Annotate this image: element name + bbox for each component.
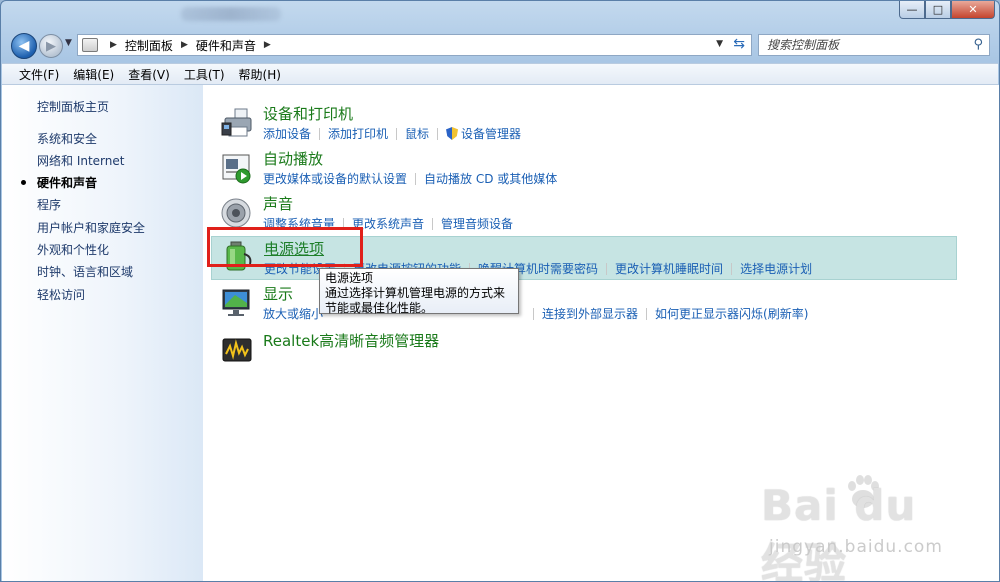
blurred-window-title [181,7,281,21]
menu-tools[interactable]: 工具(T) [177,66,232,83]
menu-file[interactable]: 文件(F) [12,66,66,83]
window-controls: — □ ✕ [899,1,995,19]
category-devices-printers: 设备和打印机 添加设备 添加打印机 鼠标 设备管理器 [203,103,999,147]
sidebar-item-network[interactable]: 网络和 Internet [37,152,124,169]
maximize-button[interactable]: □ [925,1,951,19]
link-add-device[interactable]: 添加设备 [263,125,311,142]
category-realtek-audio: Realtek高清晰音频管理器 [203,330,999,374]
link-divider [606,262,608,275]
tooltip-power-options: 电源选项 通过选择计算机管理电源的方式来节能或最佳化性能。 [319,268,519,315]
breadcrumb-control-panel[interactable]: 控制面板 [125,37,173,54]
link-mouse[interactable]: 鼠标 [405,125,429,142]
baidu-watermark: Bai du 经验 jingyan.baidu.com [761,471,961,581]
current-item-bullet [21,180,26,185]
forward-button[interactable]: ▶ [39,34,63,58]
category-title-autoplay[interactable]: 自动播放 [263,148,323,169]
address-dropdown-icon[interactable]: ▼ [716,39,723,49]
link-manage-audio-devices[interactable]: 管理音频设备 [441,215,513,232]
autoplay-icon [222,154,251,184]
breadcrumb-separator-icon[interactable]: ▶ [110,40,117,50]
forward-arrow-icon: ▶ [46,38,56,54]
link-add-printer[interactable]: 添加打印机 [328,125,388,142]
sidebar-item-appearance[interactable]: 外观和个性化 [37,241,109,258]
control-panel-icon [82,38,98,52]
link-divider [415,172,417,185]
sidebar-item-ease-of-access[interactable]: 轻松访问 [37,286,85,303]
close-button[interactable]: ✕ [951,1,995,19]
link-divider [731,262,733,275]
back-button[interactable]: ◀ [11,33,37,59]
sidebar-item-system-security[interactable]: 系统和安全 [37,130,97,147]
tooltip-body: 通过选择计算机管理电源的方式来节能或最佳化性能。 [325,286,506,315]
control-panel-window: — □ ✕ ◀ ▶ ▼ ▶ 控制面板 ▶ 硬件和声音 ▶ ▼ ⇆ ⚲ 文件(F)… [0,0,1000,582]
category-title-display[interactable]: 显示 [263,283,293,304]
display-icon [222,289,250,316]
category-autoplay: 自动播放 更改媒体或设备的默认设置 自动播放 CD 或其他媒体 [203,148,999,192]
category-links: 更改媒体或设备的默认设置 自动播放 CD 或其他媒体 [263,170,557,187]
search-input[interactable] [767,38,957,52]
link-zoom[interactable]: 放大或缩小 [263,305,323,322]
breadcrumb-hardware-sound[interactable]: 硬件和声音 [196,37,256,54]
link-change-sleep-time[interactable]: 更改计算机睡眠时间 [615,260,723,277]
tooltip-title: 电源选项 [325,271,374,285]
search-box[interactable]: ⚲ [758,34,990,56]
link-choose-power-plan[interactable]: 选择电源计划 [740,260,812,277]
watermark-url: jingyan.baidu.com [769,537,943,557]
minimize-button[interactable]: — [899,1,925,19]
address-bar[interactable]: ▶ 控制面板 ▶ 硬件和声音 ▶ ▼ ⇆ [77,34,752,56]
breadcrumb-separator-icon[interactable]: ▶ [181,40,188,50]
link-divider [319,127,321,140]
recent-pages-dropdown[interactable]: ▼ [65,38,75,52]
category-title-realtek[interactable]: Realtek高清晰音频管理器 [263,330,439,351]
watermark-logo: Bai du 经验 [761,481,917,582]
sidebar-home-link[interactable]: 控制面板主页 [37,98,109,115]
link-change-media-defaults[interactable]: 更改媒体或设备的默认设置 [263,170,407,187]
category-links: 添加设备 添加打印机 鼠标 设备管理器 [263,125,521,142]
navigation-bar: ◀ ▶ ▼ ▶ 控制面板 ▶ 硬件和声音 ▶ ▼ ⇆ ⚲ [1,29,999,63]
printer-icon [221,108,252,137]
sidebar-item-user-accounts[interactable]: 用户帐户和家庭安全 [37,219,145,236]
speaker-icon [221,198,251,228]
realtek-audio-icon [222,338,252,362]
menu-bar: 文件(F) 编辑(E) 查看(V) 工具(T) 帮助(H) [2,63,998,85]
menu-edit[interactable]: 编辑(E) [66,66,121,83]
refresh-icon[interactable]: ⇆ [733,36,745,52]
back-arrow-icon: ◀ [18,38,30,54]
link-fix-flicker[interactable]: 如何更正显示器闪烁(刷新率) [655,305,808,322]
left-navigation-pane: 控制面板主页 系统和安全 网络和 Internet 硬件和声音 程序 用户帐户和… [2,85,203,581]
link-connect-external-display[interactable]: 连接到外部显示器 [542,305,638,322]
menu-view[interactable]: 查看(V) [121,66,177,83]
highlight-box [207,227,363,267]
menu-help[interactable]: 帮助(H) [232,66,288,83]
link-divider [437,127,439,140]
search-icon[interactable]: ⚲ [973,37,983,52]
link-autoplay-cd[interactable]: 自动播放 CD 或其他媒体 [424,170,557,187]
category-title-devices-printers[interactable]: 设备和打印机 [263,103,353,124]
breadcrumb-separator-icon[interactable]: ▶ [264,40,271,50]
link-divider [396,127,398,140]
sidebar-item-hardware-sound[interactable]: 硬件和声音 [37,174,97,191]
link-device-manager[interactable]: 设备管理器 [461,125,521,142]
uac-shield-icon [446,127,459,140]
link-divider [533,307,535,320]
link-divider [432,217,434,230]
title-bar: — □ ✕ [1,1,999,29]
sidebar-item-programs[interactable]: 程序 [37,196,61,213]
category-title-sound[interactable]: 声音 [263,193,293,214]
sidebar-item-clock-language[interactable]: 时钟、语言和区域 [37,263,133,280]
link-divider [646,307,648,320]
